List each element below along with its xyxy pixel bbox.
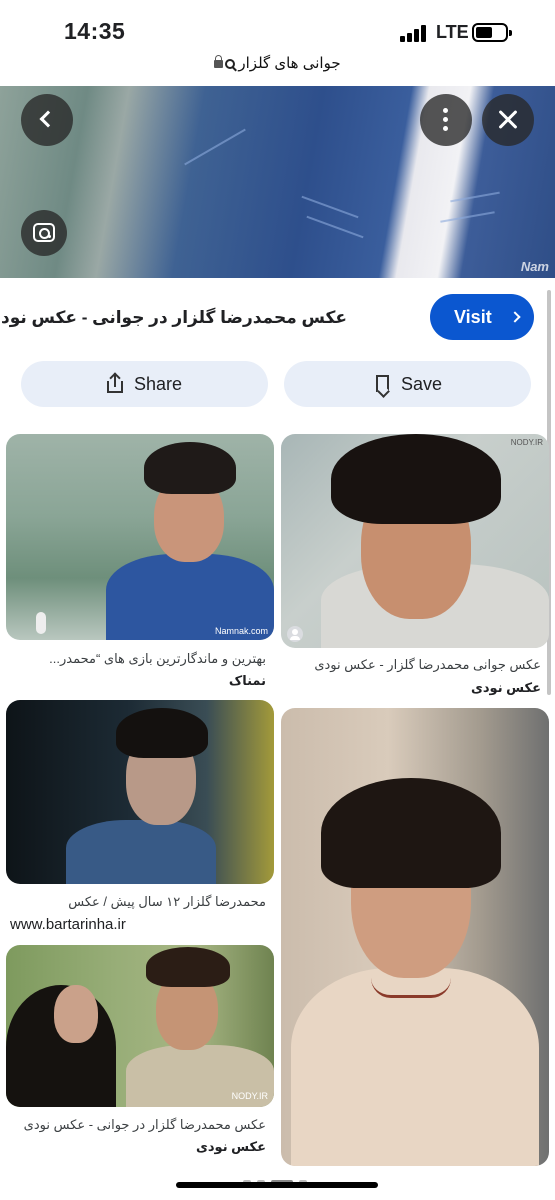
result-source: عکس نودی	[470, 680, 541, 695]
save-label: Save	[401, 374, 443, 394]
account-icon	[287, 626, 303, 642]
preview-image[interactable]: Nam	[0, 86, 555, 278]
result-thumbnail	[6, 700, 274, 884]
back-button[interactable]	[21, 94, 73, 146]
result-thumbnail	[281, 708, 549, 1166]
result-card[interactable]: Namnak.com بهترین و ماندگارترین بازی های…	[6, 434, 274, 694]
signal-icon	[400, 24, 428, 42]
home-indicator[interactable]	[176, 1182, 378, 1188]
search-icon	[225, 59, 236, 70]
url-bar[interactable]: جوانی های گلزار	[0, 54, 555, 80]
result-caption: بهترین و ماندگارترین بازی های “محمدر...	[49, 651, 266, 666]
share-label: Share	[134, 374, 183, 394]
thumbnail-watermark: NODY.IR	[231, 1091, 268, 1101]
lens-button[interactable]	[21, 210, 67, 256]
result-thumbnail: NODY.IR	[6, 945, 274, 1107]
thumbnail-watermark: Namnak.com	[214, 626, 268, 636]
image-watermark: Nam	[520, 259, 549, 274]
visit-button[interactable]: Visit	[430, 294, 534, 340]
lens-icon	[33, 223, 55, 242]
lock-icon	[214, 55, 224, 69]
more-options-button[interactable]	[420, 94, 472, 146]
visit-label: Visit	[454, 307, 492, 327]
result-card[interactable]: محمدرضا گلزار ۱۲ سال پیش / عکس www.barta…	[6, 700, 274, 936]
result-source: عکس نودی	[195, 1139, 266, 1154]
search-query: جوانی های گلزار	[238, 55, 341, 72]
result-caption: محمدرضا گلزار ۱۲ سال پیش / عکس	[68, 894, 266, 909]
result-card[interactable]	[281, 708, 549, 1166]
result-source: نمناک	[228, 673, 266, 688]
result-title[interactable]: عکس محمدرضا گلزار در جوانی - عکس نودی	[0, 308, 347, 328]
result-caption: عکس محمدرضا گلزار در جوانی - عکس نودی	[23, 1117, 266, 1132]
thumbnail-watermark: NODY.IR	[510, 438, 543, 447]
result-info: عکس محمدرضا گلزار در جوانی - عکس نودی Vi…	[0, 278, 555, 430]
bookmark-icon	[376, 375, 389, 392]
network-type: LTE	[436, 22, 469, 42]
result-thumbnail: NODY.IR	[281, 434, 549, 648]
result-caption: عکس جوانی محمدرضا گلزار - عکس نودی	[314, 657, 541, 672]
clock: 14:35	[64, 18, 126, 44]
result-source: www.bartarinha.ir	[10, 916, 126, 933]
chevron-left-icon	[39, 110, 57, 128]
result-card[interactable]: NODY.IR عکس محمدرضا گلزار در جوانی - عکس…	[6, 945, 274, 1165]
result-card[interactable]: NODY.IR عکس جوانی محمدرضا گلزار - عکس نو…	[281, 434, 549, 695]
chevron-right-icon	[509, 311, 521, 323]
save-button[interactable]: Save	[284, 361, 531, 407]
result-thumbnail: Namnak.com	[6, 434, 274, 640]
share-icon	[107, 372, 123, 393]
status-bar: 14:35 LTE	[0, 0, 555, 52]
battery-icon	[472, 23, 512, 42]
close-button[interactable]	[482, 94, 534, 146]
share-button[interactable]: Share	[21, 361, 268, 407]
